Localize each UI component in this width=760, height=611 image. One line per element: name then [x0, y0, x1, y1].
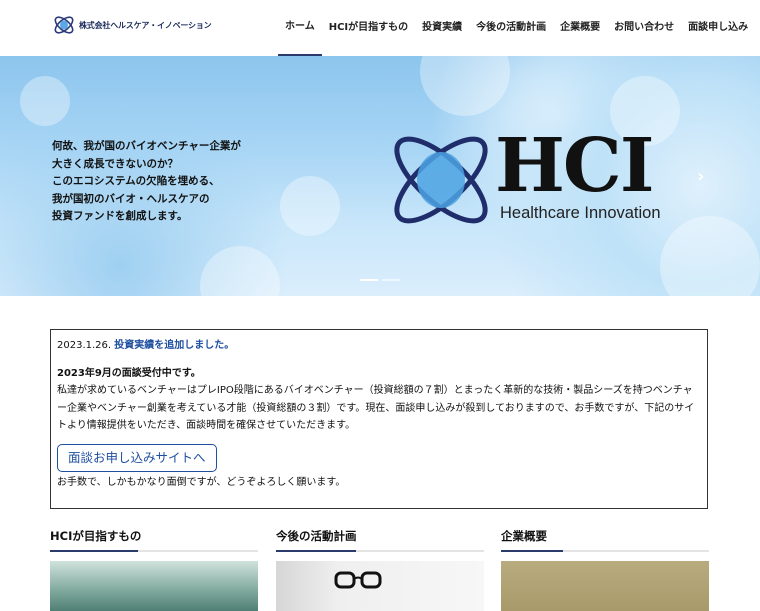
- nav-home[interactable]: ホーム: [278, 0, 322, 56]
- card-image[interactable]: [50, 561, 258, 611]
- news-date: 2023.1.26.: [57, 340, 112, 351]
- bokeh-decoration: [200, 246, 280, 296]
- news-heading: 2023年9月の面談受付中です。: [57, 367, 201, 379]
- hci-logo-letters: HCI: [495, 123, 654, 209]
- hci-large-emblem-icon: [394, 136, 488, 224]
- hero-line: 何故、我が国のバイオベンチャー企業が: [52, 140, 241, 152]
- slider-dot[interactable]: [382, 279, 400, 281]
- news-body: 私達が求めているベンチャーはプレIPO段階にあるバイオベンチャー（投資総額の７割…: [57, 385, 695, 431]
- hero-line: 我が国初のバイオ・ヘルスケアの: [52, 192, 210, 205]
- nav-plans[interactable]: 今後の活動計画: [469, 0, 553, 56]
- nav-contact[interactable]: お問い合わせ: [607, 0, 681, 56]
- card-image[interactable]: [501, 561, 709, 611]
- hero-slider: 何故、我が国のバイオベンチャー企業が 大きく成長できないのか？ このエコシステム…: [0, 56, 760, 296]
- bokeh-decoration: [660, 216, 760, 296]
- card-vision[interactable]: HCIが目指すもの: [50, 528, 258, 611]
- card-title: 企業概要: [501, 529, 547, 543]
- nav-investments[interactable]: 投資実績: [415, 0, 469, 56]
- interview-site-button[interactable]: 面談お申し込みサイトへ: [57, 443, 217, 472]
- bokeh-decoration: [20, 76, 70, 126]
- slider-dot[interactable]: [360, 279, 378, 281]
- nav-company[interactable]: 企業概要: [553, 0, 607, 56]
- hero-line: 大きく成長できないのか？: [52, 157, 178, 170]
- nav-interview[interactable]: 面談申し込み: [681, 0, 755, 56]
- hero-message: 何故、我が国のバイオベンチャー企業が 大きく成長できないのか？ このエコシステム…: [52, 138, 241, 226]
- card-title-wrap: 今後の活動計画: [276, 528, 484, 552]
- site-header: 株式会社ヘルスケア・イノベーション ホーム HCIが目指すもの 投資実績 今後の…: [0, 0, 760, 56]
- card-company[interactable]: 企業概要: [501, 528, 709, 611]
- card-title-underline: [50, 550, 138, 552]
- main-nav: ホーム HCIが目指すもの 投資実績 今後の活動計画 企業概要 お問い合わせ 面…: [278, 0, 755, 56]
- card-title-wrap: HCIが目指すもの: [50, 528, 258, 552]
- news-box: 2023.1.26. 投資実績を追加しました。 2023年9月の面談受付中です。…: [50, 329, 708, 509]
- hci-emblem-icon: [54, 16, 74, 34]
- card-image[interactable]: [276, 561, 484, 611]
- card-title-wrap: 企業概要: [501, 528, 709, 552]
- next-slide-arrow-icon[interactable]: ›: [697, 166, 704, 187]
- bokeh-decoration: [420, 56, 510, 116]
- nav-vision[interactable]: HCIが目指すもの: [322, 0, 415, 56]
- card-title: 今後の活動計画: [276, 529, 357, 543]
- bokeh-decoration: [280, 176, 340, 236]
- hero-line: このエコシステムの欠陥を埋める、: [52, 175, 220, 187]
- card-title-underline: [501, 550, 563, 552]
- card-plans[interactable]: 今後の活動計画: [276, 528, 484, 611]
- site-logo[interactable]: 株式会社ヘルスケア・イノベーション: [52, 13, 212, 37]
- company-name: 株式会社ヘルスケア・イノベーション: [79, 20, 212, 30]
- hero-line: 投資ファンドを創成します。: [52, 210, 188, 222]
- slider-dots: [360, 279, 404, 281]
- hci-logo-subtitle: Healthcare Innovation: [500, 204, 661, 222]
- glasses-icon: [334, 571, 382, 589]
- news-footer: お手数で、しかもかなり面倒ですが、どうぞよろしく願います。: [57, 476, 346, 488]
- card-title-underline: [276, 550, 356, 552]
- card-title: HCIが目指すもの: [50, 529, 142, 543]
- news-link[interactable]: 投資実績を追加しました。: [114, 340, 234, 351]
